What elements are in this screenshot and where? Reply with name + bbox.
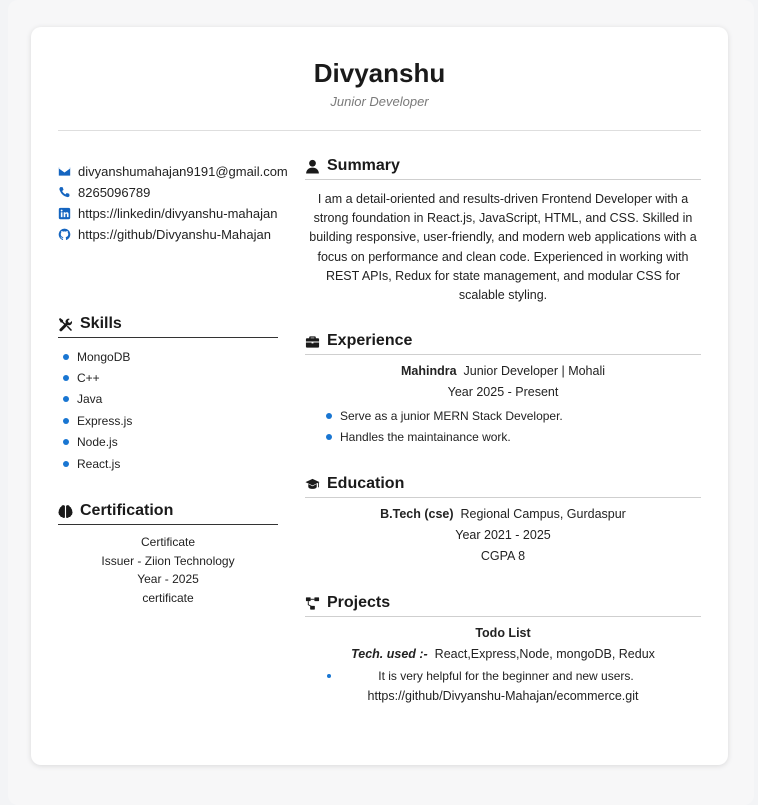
contact-list: divyanshumahajan9191@gmail.com 826509678… (58, 161, 288, 245)
certification-details: Certificate Issuer - Ziion Technology Ye… (58, 533, 278, 607)
education-cgpa: CGPA 8 (480, 549, 526, 563)
tools-icon (58, 316, 74, 332)
certificate-year: Year - 2025 (137, 572, 199, 586)
summary-text: I am a detail-oriented and results-drive… (309, 192, 697, 303)
education-degree: B.Tech (cse) (380, 507, 454, 521)
list-item: React.js (58, 453, 278, 474)
brain-icon (58, 503, 74, 519)
email-text: divyanshumahajan9191@gmail.com (78, 164, 288, 179)
summary-section: Summary I am a detail-oriented and resul… (305, 157, 701, 305)
education-section: Education B.Tech (cse) Regional Campus, … (305, 475, 701, 567)
experience-heading-text: Experience (327, 332, 413, 349)
linkedin-text: https://linkedin/divyanshu-mahajan (78, 206, 278, 221)
projects-heading: Projects (305, 594, 701, 617)
list-item: Node.js (58, 432, 278, 453)
certificate-issuer: Issuer - Ziion Technology (101, 553, 235, 568)
list-item: Handles the maintainance work. (305, 426, 701, 447)
contact-phone[interactable]: 8265096789 (58, 182, 278, 203)
envelope-icon (58, 165, 71, 178)
experience-company: Mahindra (400, 364, 457, 378)
experience-role: Junior Developer | Mohali (463, 364, 606, 378)
project-link[interactable]: https://github/Divyanshu-Mahajan/ecommer… (305, 686, 701, 707)
github-icon (58, 228, 71, 241)
contact-email[interactable]: divyanshumahajan9191@gmail.com (58, 161, 288, 182)
project-name: Todo List (475, 626, 531, 640)
list-item: Express.js (58, 410, 278, 431)
phone-text: 8265096789 (78, 185, 151, 200)
education-degree-line: B.Tech (cse) Regional Campus, Gurdaspur (305, 504, 701, 525)
education-heading-text: Education (327, 475, 405, 492)
project-tech-label: Tech. used :- (351, 647, 428, 661)
project-tech-line: Tech. used :- React,Express,Node, mongoD… (305, 644, 701, 665)
projects-section: Projects Todo List Tech. used :- React,E… (305, 594, 701, 707)
list-item: It is very helpful for the beginner and … (305, 665, 701, 686)
skills-heading: Skills (58, 315, 278, 338)
list-item: Java (58, 389, 278, 410)
project-description: It is very helpful for the beginner and … (378, 668, 634, 683)
resume-card: Divyanshu Junior Developer divyanshumaha… (31, 27, 728, 765)
project-name-line: Todo List (305, 623, 701, 644)
certificate-link[interactable]: certificate (58, 589, 278, 608)
experience-period: Year 2025 - Present (447, 385, 559, 399)
summary-heading: Summary (305, 157, 701, 180)
experience-company-line: Mahindra Junior Developer | Mohali (305, 361, 701, 382)
resume-title: Junior Developer (330, 94, 429, 109)
skill-list: MongoDB C++ Java Express.js Node.js Reac… (58, 346, 278, 474)
certification-heading-text: Certification (80, 502, 174, 519)
list-item: MongoDB (58, 346, 278, 367)
graduation-cap-icon (305, 476, 321, 492)
left-column: divyanshumahajan9191@gmail.com 826509678… (58, 161, 288, 605)
certification-heading: Certification (58, 502, 278, 525)
linkedin-icon (58, 207, 71, 220)
project-tech: React,Express,Node, mongoDB, Redux (434, 647, 655, 661)
phone-icon (58, 186, 71, 199)
certification-section: Certification Certificate Issuer - Ziion… (58, 502, 278, 607)
certificate-name: Certificate (140, 535, 196, 549)
contact-linkedin[interactable]: https://linkedin/divyanshu-mahajan (58, 203, 278, 224)
briefcase-icon (305, 333, 321, 349)
resume-name: Divyanshu (313, 58, 446, 88)
contact-github[interactable]: https://github/Divyanshu-Mahajan (58, 224, 278, 245)
github-text: https://github/Divyanshu-Mahajan (78, 227, 271, 242)
list-item: Serve as a junior MERN Stack Developer. (305, 405, 701, 426)
skills-heading-text: Skills (80, 315, 122, 332)
list-item: C++ (58, 367, 278, 388)
education-period: Year 2021 - 2025 (455, 528, 551, 542)
experience-points: Serve as a junior MERN Stack Developer. … (305, 405, 701, 447)
education-institute: Regional Campus, Gurdaspur (460, 507, 626, 521)
experience-section: Experience Mahindra Junior Developer | M… (305, 332, 701, 447)
projects-heading-text: Projects (327, 594, 391, 611)
summary-heading-text: Summary (327, 157, 400, 174)
user-icon (305, 158, 321, 174)
experience-heading: Experience (305, 332, 701, 355)
header-divider (58, 130, 701, 131)
diagram-icon (305, 595, 321, 611)
education-heading: Education (305, 475, 701, 498)
skills-section: Skills MongoDB C++ Java Express.js Node.… (58, 315, 278, 474)
